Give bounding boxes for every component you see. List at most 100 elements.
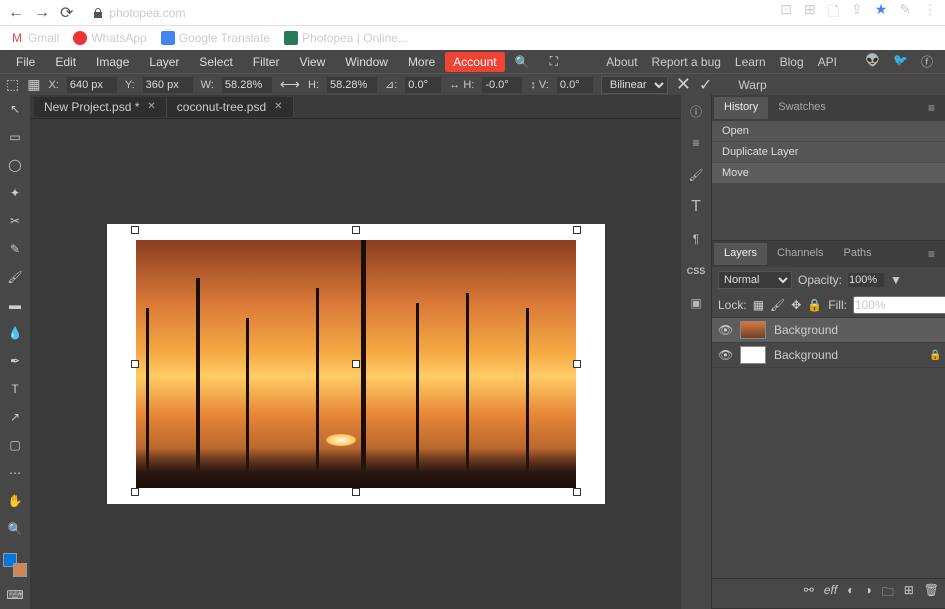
menu-report[interactable]: Report a bug <box>652 55 721 69</box>
wand-tool-icon[interactable]: ✦ <box>4 183 26 203</box>
hand-tool-icon[interactable]: ✋ <box>4 491 26 511</box>
menu-api[interactable]: API <box>818 55 837 69</box>
shape-tool-icon[interactable]: ▢ <box>4 435 26 455</box>
history-item[interactable]: Duplicate Layer <box>712 142 945 163</box>
menu-edit[interactable]: Edit <box>45 51 86 73</box>
tab-layers[interactable]: Layers <box>714 243 767 265</box>
layer-row[interactable]: 👁 Background 🔒 <box>712 343 945 368</box>
lock-pixels-icon[interactable]: ▦ <box>753 298 764 312</box>
layer-thumbnail[interactable] <box>740 321 766 339</box>
transform-handle[interactable] <box>352 360 360 368</box>
info-panel-icon[interactable]: ⓘ <box>686 101 706 121</box>
tab-channels[interactable]: Channels <box>767 243 833 265</box>
zoom-tool-icon[interactable]: 🔍 <box>4 519 26 539</box>
x-input[interactable] <box>67 77 117 93</box>
transform-handle[interactable] <box>573 488 581 496</box>
visibility-icon[interactable]: 👁 <box>718 323 732 337</box>
lasso-tool-icon[interactable]: ◯ <box>4 155 26 175</box>
tab-swatches[interactable]: Swatches <box>768 97 836 119</box>
layer-name[interactable]: Background <box>774 348 838 362</box>
transform-handle[interactable] <box>573 360 581 368</box>
menu-window[interactable]: Window <box>335 51 398 73</box>
reddit-icon[interactable]: 👽 <box>865 53 883 71</box>
new-layer-icon[interactable]: ⊞ <box>904 583 914 604</box>
w-input[interactable] <box>222 77 272 93</box>
visibility-icon[interactable]: 👁 <box>718 348 732 362</box>
marquee-tool-icon[interactable]: ▭ <box>4 127 26 147</box>
menu-image[interactable]: Image <box>86 51 139 73</box>
menu-icon[interactable]: ⋮ <box>923 1 937 25</box>
account-button[interactable]: Account <box>445 52 504 72</box>
mask-icon[interactable]: ◐ <box>847 583 854 604</box>
history-item[interactable]: Move <box>712 163 945 184</box>
adjustment-icon[interactable]: ◑ <box>864 583 871 604</box>
delete-icon[interactable]: 🗑 <box>924 583 939 604</box>
skew-h-input[interactable] <box>482 77 522 93</box>
tab-history[interactable]: History <box>714 97 768 119</box>
lock-all-icon[interactable]: 🔒 <box>807 298 822 312</box>
path-tool-icon[interactable]: ↗ <box>4 407 26 427</box>
pen-tool-icon[interactable]: ✒ <box>4 351 26 371</box>
brush-tool-icon[interactable]: 🖌 <box>4 267 26 287</box>
transform-handle[interactable] <box>131 226 139 234</box>
panel-menu-icon[interactable]: ≡ <box>920 97 943 119</box>
menu-select[interactable]: Select <box>189 51 242 73</box>
menu-file[interactable]: File <box>6 51 45 73</box>
para-panel-icon[interactable]: ¶ <box>686 229 706 249</box>
commit-icon[interactable]: ✓ <box>699 75 712 95</box>
eyedropper-tool-icon[interactable]: ✎ <box>4 239 26 259</box>
color-swatch[interactable] <box>3 553 27 577</box>
blur-tool-icon[interactable]: 💧 <box>4 323 26 343</box>
edit-icon[interactable]: ✎ <box>899 1 911 25</box>
panel-menu-icon[interactable]: ≡ <box>920 243 943 265</box>
link-layers-icon[interactable]: ⚯ <box>804 583 814 604</box>
transform-handle[interactable] <box>352 488 360 496</box>
move-tool-icon[interactable]: ↖ <box>4 99 26 119</box>
angle-input[interactable] <box>405 77 441 93</box>
tab-paths[interactable]: Paths <box>834 243 882 265</box>
canvas-area[interactable] <box>30 119 681 609</box>
app-icon[interactable]: ⊞ <box>804 1 816 25</box>
tab-coconut-tree[interactable]: coconut-tree.psd✕ <box>167 97 294 117</box>
css-panel-icon[interactable]: CSS <box>686 261 706 281</box>
layer-name[interactable]: Background <box>774 323 838 337</box>
menu-view[interactable]: View <box>289 51 335 73</box>
fill-input[interactable] <box>853 296 945 314</box>
transform-handle[interactable] <box>131 488 139 496</box>
text-tool-icon[interactable]: T <box>4 379 26 399</box>
url-bar[interactable]: photopea.com <box>93 6 185 20</box>
transform-icon[interactable]: ⬚ <box>6 76 19 93</box>
transform-handle[interactable] <box>131 360 139 368</box>
crop-tool-icon[interactable]: ✂ <box>4 211 26 231</box>
menu-blog[interactable]: Blog <box>780 55 804 69</box>
bookmark-photopea[interactable]: Photopea | Online... <box>284 31 408 45</box>
menu-layer[interactable]: Layer <box>139 51 189 73</box>
warp-button[interactable]: Warp <box>738 78 766 92</box>
forward-icon[interactable]: → <box>34 4 50 22</box>
gradient-tool-icon[interactable]: ▬ <box>4 295 26 315</box>
interpolation-select[interactable]: Bilinear <box>601 76 668 94</box>
fullscreen-icon[interactable]: ⛶ <box>540 50 568 73</box>
canvas[interactable] <box>107 224 605 504</box>
quickmask-icon[interactable]: ⌨ <box>4 585 26 605</box>
layer-row[interactable]: 👁 Background <box>712 318 945 343</box>
star-icon[interactable]: ★ <box>875 1 888 25</box>
menu-more[interactable]: More <box>398 51 445 73</box>
skew-v-input[interactable] <box>557 77 593 93</box>
menu-about[interactable]: About <box>606 55 637 69</box>
close-icon[interactable]: ✕ <box>274 101 282 112</box>
h-input[interactable] <box>327 77 377 93</box>
thumb-panel-icon[interactable]: ▣ <box>686 293 706 313</box>
facebook-icon[interactable]: ⓕ <box>921 53 939 71</box>
back-icon[interactable]: ← <box>8 4 24 22</box>
blend-mode-select[interactable]: Normal <box>718 271 792 289</box>
transform-handle[interactable] <box>352 226 360 234</box>
bookmark-whatsapp[interactable]: WhatsApp <box>73 31 146 45</box>
char-panel-icon[interactable]: T <box>686 197 706 217</box>
dropdown-icon[interactable]: ▼ <box>890 273 902 287</box>
fx-icon[interactable]: eff <box>824 583 837 604</box>
reload-icon[interactable]: ⟳ <box>60 3 73 23</box>
install-icon[interactable]: ⊡ <box>780 1 792 25</box>
folder-icon[interactable]: 🗀 <box>882 583 894 604</box>
layer-thumbnail[interactable] <box>740 346 766 364</box>
